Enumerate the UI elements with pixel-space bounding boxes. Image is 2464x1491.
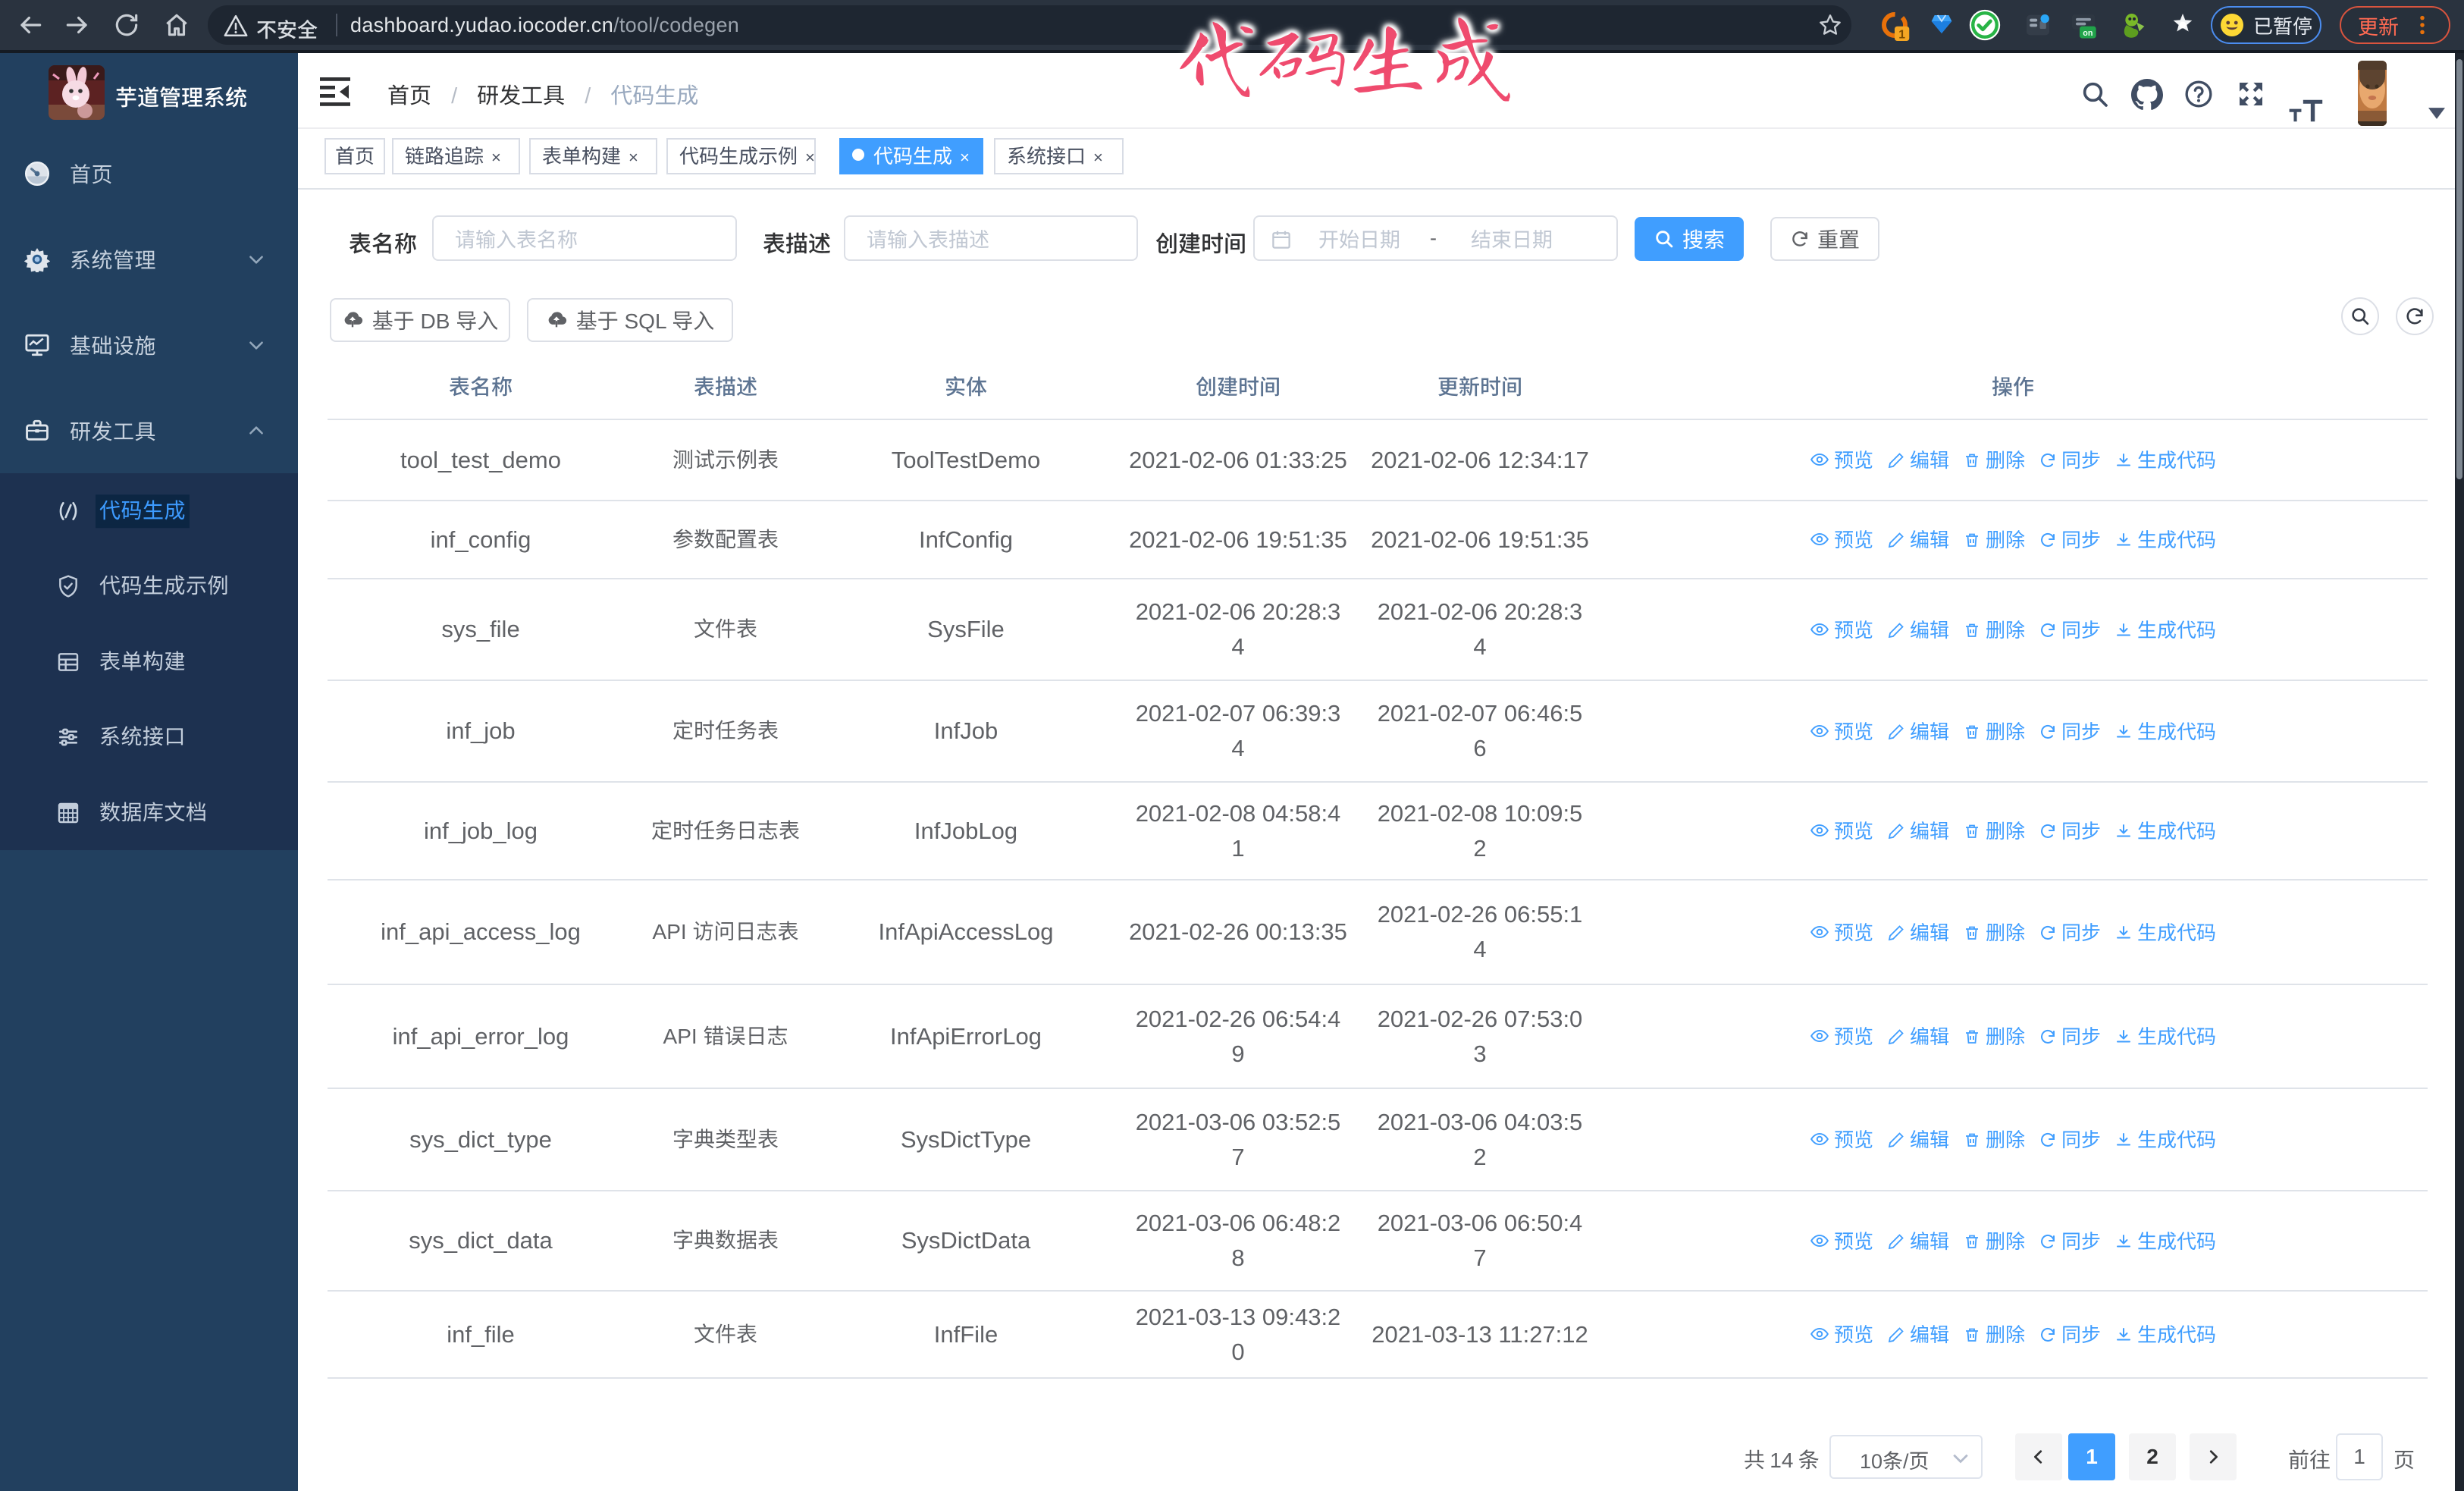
svg-text:on: on <box>2083 29 2093 38</box>
svg-text:1: 1 <box>1898 29 1905 42</box>
